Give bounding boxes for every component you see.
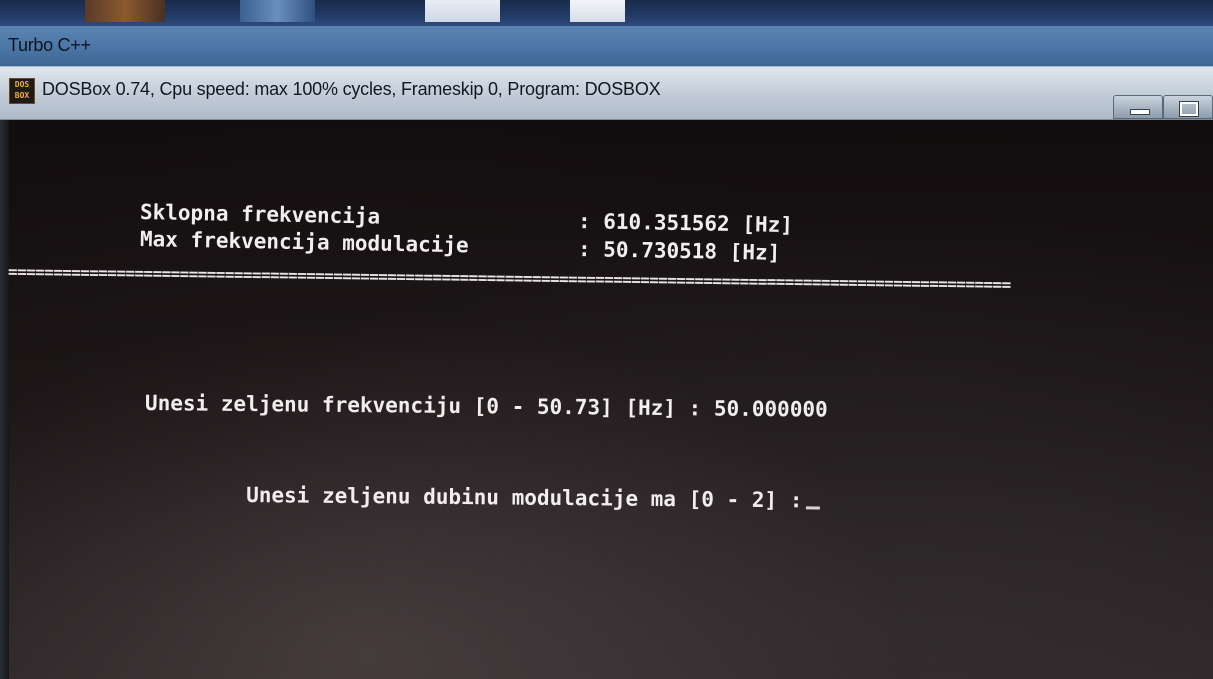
switching-frequency-label: Sklopna frekvencija xyxy=(139,200,381,229)
window-controls xyxy=(1113,95,1213,119)
dosbox-app-icon[interactable]: DOS BOX xyxy=(9,78,35,104)
frequency-prompt: Unesi zeljenu frekvenciju [0 - 50.73] [H… xyxy=(144,391,828,422)
dosbox-window-title: DOSBox 0.74, Cpu speed: max 100% cycles,… xyxy=(42,79,661,99)
separator-line: ========================================… xyxy=(7,262,1011,295)
minimize-icon xyxy=(1130,109,1150,115)
desktop-thumbnail xyxy=(570,0,625,22)
screen: Turbo C++ DOS BOX DOSBox 0.74, Cpu speed:… xyxy=(0,0,1213,679)
minimize-button[interactable] xyxy=(1113,95,1163,119)
desktop-thumbnail xyxy=(85,0,165,22)
console-border xyxy=(0,120,9,679)
dosbox-window[interactable]: DOS BOX DOSBox 0.74, Cpu speed: max 100% … xyxy=(0,66,1213,679)
turbo-cpp-window[interactable]: Turbo C++ xyxy=(0,26,1213,66)
text-cursor xyxy=(806,506,821,510)
modulation-depth-prompt-row[interactable]: Unesi zeljenu dubinu modulacije ma [0 - … xyxy=(145,458,821,536)
desktop-thumbnail xyxy=(240,0,315,22)
dosbox-titlebar[interactable]: DOS BOX DOSBox 0.74, Cpu speed: max 100% … xyxy=(0,67,1213,120)
switching-frequency-value: : 610.351562 [Hz] xyxy=(577,209,794,238)
modulation-depth-prompt: Unesi zeljenu dubinu modulacije ma [0 - … xyxy=(246,482,803,513)
desktop-thumbnail xyxy=(425,0,500,22)
turbo-cpp-window-title[interactable]: Turbo C++ xyxy=(8,35,91,56)
max-modulation-frequency-value: : 50.730518 [Hz] xyxy=(577,237,781,265)
desktop-background-strip xyxy=(0,0,1213,26)
dos-console[interactable]: Sklopna frekvencija : 610.351562 [Hz] Ma… xyxy=(0,120,1213,679)
maximize-icon xyxy=(1179,101,1199,117)
max-modulation-frequency-label: Max frekvencija modulacije xyxy=(139,227,469,258)
maximize-button[interactable] xyxy=(1163,95,1213,119)
